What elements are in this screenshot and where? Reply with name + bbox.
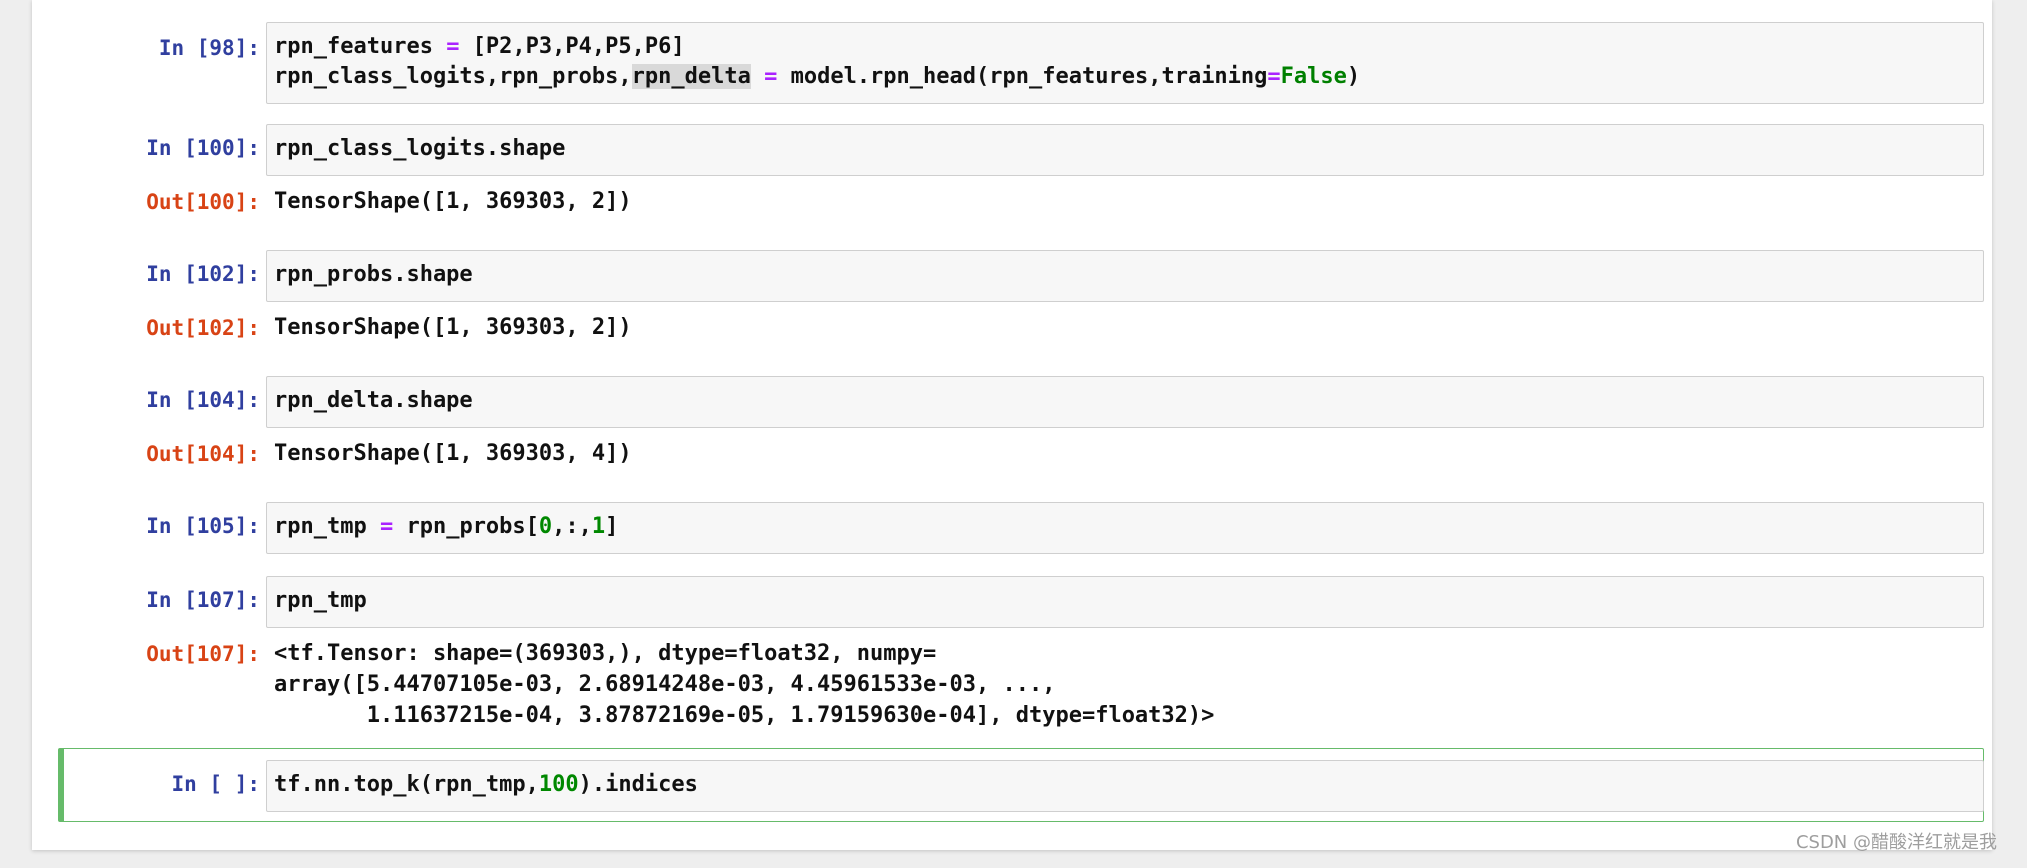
cell-output: TensorShape([1, 369303, 4]) (274, 441, 632, 466)
in-prompt: In [102]: (146, 262, 260, 286)
in-prompt: In [107]: (146, 588, 260, 612)
code-token: model.rpn_head(rpn_features,training (777, 64, 1268, 89)
code-token: [P2,P3,P4,P5,P6] (459, 34, 685, 59)
code-cell-102[interactable]: In [102]: rpn_probs.shape Out[102]: Tens… (60, 250, 1986, 346)
output-line: array([5.44707105e-03, 2.68914248e-03, 4… (274, 672, 1056, 697)
code-input[interactable]: rpn_tmp = rpn_probs[0,:,1] (266, 502, 1984, 554)
code-token: tf.nn.top_k(rpn_tmp, (274, 772, 539, 797)
notebook-container: In [98]: rpn_features = [P2,P3,P4,P5,P6]… (32, 0, 1992, 850)
output-line: 1.11637215e-04, 3.87872169e-05, 1.791596… (274, 703, 1215, 728)
code-cell-98[interactable]: In [98]: rpn_features = [P2,P3,P4,P5,P6]… (60, 20, 1986, 104)
cell-output: TensorShape([1, 369303, 2]) (274, 189, 632, 214)
code-cell-107[interactable]: In [107]: rpn_tmp Out[107]: <tf.Tensor: … (60, 576, 1986, 732)
code-input[interactable]: tf.nn.top_k(rpn_tmp,100).indices (266, 760, 1984, 812)
number-token: 100 (538, 772, 579, 797)
code-token: ).indices (578, 772, 698, 797)
keyword-token: False (1280, 64, 1347, 89)
operator-token: = (764, 64, 778, 89)
code-input[interactable]: rpn_probs.shape (266, 250, 1984, 302)
in-prompt: In [ ]: (171, 772, 260, 796)
out-prompt: Out[100]: (146, 190, 260, 214)
code-token: ] (605, 514, 619, 539)
operator-token: = (1267, 64, 1281, 89)
code-token: rpn_features (274, 34, 447, 59)
cell-output: <tf.Tensor: shape=(369303,), dtype=float… (274, 638, 1214, 731)
code-cell-105[interactable]: In [105]: rpn_tmp = rpn_probs[0,:,1] (60, 502, 1986, 558)
code-input[interactable]: rpn_tmp (266, 576, 1984, 628)
number-token: 0 (538, 514, 553, 539)
in-prompt: In [100]: (146, 136, 260, 160)
code-cell-104[interactable]: In [104]: rpn_delta.shape Out[104]: Tens… (60, 376, 1986, 472)
out-prompt: Out[104]: (146, 442, 260, 466)
operator-token: = (379, 514, 394, 539)
code-token: rpn_probs[ (393, 514, 539, 539)
output-line: <tf.Tensor: shape=(369303,), dtype=float… (274, 641, 937, 666)
in-prompt: In [105]: (146, 514, 260, 538)
out-prompt: Out[107]: (146, 642, 260, 666)
number-token: 1 (591, 514, 606, 539)
code-cell-100[interactable]: In [100]: rpn_class_logits.shape Out[100… (60, 124, 1986, 220)
highlighted-token: rpn_delta (631, 64, 751, 89)
code-input[interactable]: rpn_class_logits.shape (266, 124, 1984, 176)
in-prompt: In [98]: (158, 36, 260, 60)
code-token: ) (1346, 64, 1361, 89)
code-token: ,:, (552, 514, 592, 539)
code-input[interactable]: rpn_features = [P2,P3,P4,P5,P6] rpn_clas… (266, 22, 1984, 104)
operator-token: = (446, 34, 460, 59)
cell-output: TensorShape([1, 369303, 2]) (274, 315, 632, 340)
code-token: rpn_class_logits,rpn_probs, (274, 64, 632, 89)
in-prompt: In [104]: (146, 388, 260, 412)
out-prompt: Out[102]: (146, 316, 260, 340)
code-input[interactable]: rpn_delta.shape (266, 376, 1984, 428)
code-cell-active[interactable]: In [ ]: tf.nn.top_k(rpn_tmp,100).indices (60, 760, 1986, 816)
watermark: CSDN @醋酸洋红就是我 (1795, 832, 1997, 853)
code-token: rpn_tmp (274, 514, 380, 539)
